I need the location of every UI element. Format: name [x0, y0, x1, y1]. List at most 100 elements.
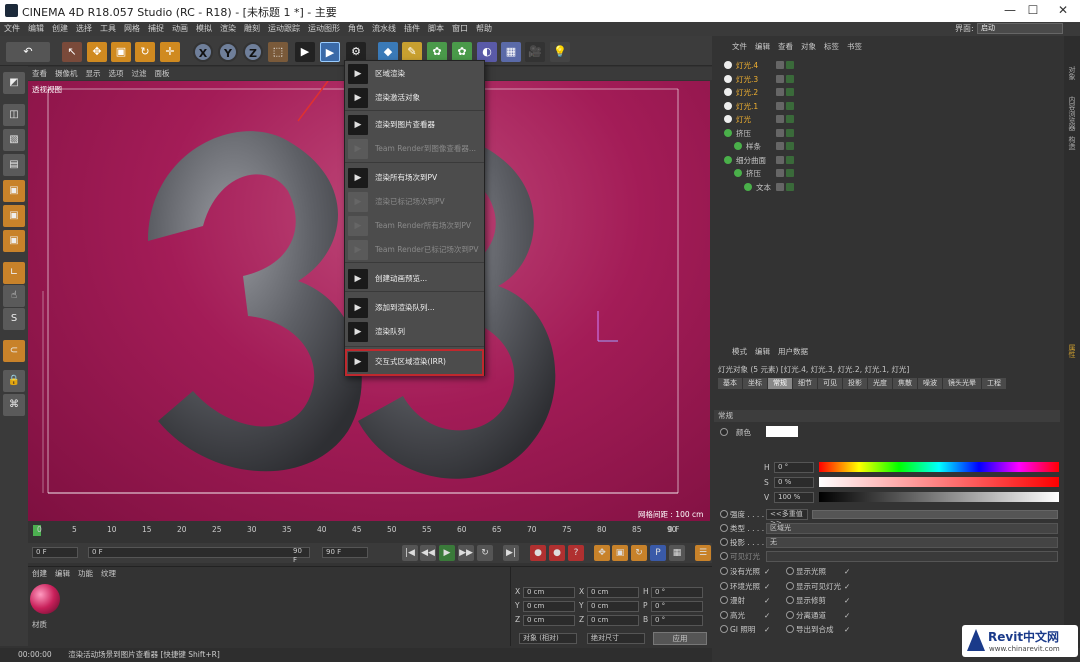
- attribute-menu-2[interactable]: 用户数据: [774, 345, 812, 359]
- check-right-box[interactable]: ✓: [844, 594, 850, 607]
- material-menu-1[interactable]: 编辑: [51, 567, 74, 580]
- menu-10[interactable]: 雕刻: [240, 22, 264, 36]
- menu-13[interactable]: 角色: [344, 22, 368, 36]
- render-menu-item[interactable]: ▶ 区域渲染: [345, 62, 484, 86]
- menu-18[interactable]: 帮助: [472, 22, 496, 36]
- color-swatch[interactable]: [766, 426, 798, 437]
- magnet-icon[interactable]: ⊂: [3, 340, 25, 362]
- attr-tab-3[interactable]: 细节: [793, 378, 818, 389]
- make-editable-icon[interactable]: ◩: [3, 72, 25, 94]
- render-settings-icon[interactable]: ⚙: [346, 42, 366, 62]
- intensity-field[interactable]: <<多重值>>: [766, 509, 808, 527]
- y-axis-icon[interactable]: Y: [218, 42, 238, 62]
- end-frame-field[interactable]: 90 F: [322, 547, 368, 558]
- object-row[interactable]: 挤压: [714, 127, 1062, 140]
- render-menu-item[interactable]: ▶ 创建动画预览...: [345, 267, 484, 291]
- keyframe-selection-icon[interactable]: ?: [568, 545, 584, 561]
- array-icon[interactable]: ✿: [452, 42, 472, 62]
- visibility-icon[interactable]: [776, 169, 784, 177]
- texture-mode-icon[interactable]: ▧: [3, 129, 25, 151]
- attribute-menu-0[interactable]: 模式: [728, 345, 751, 359]
- lock-icon[interactable]: 🔒: [3, 370, 25, 392]
- menu-1[interactable]: 编辑: [24, 22, 48, 36]
- enable-check-icon[interactable]: [786, 182, 794, 191]
- layout-select[interactable]: 启动: [977, 23, 1063, 34]
- attr-tab-0[interactable]: 基本: [718, 378, 743, 389]
- visibility-icon[interactable]: [776, 128, 784, 137]
- scale-icon[interactable]: ▣: [111, 42, 131, 62]
- object-row[interactable]: 挤压: [714, 167, 1062, 180]
- model-mode-icon[interactable]: ◫: [3, 104, 25, 126]
- attr-tab-10[interactable]: 工程: [982, 378, 1007, 389]
- visibility-icon[interactable]: [776, 182, 784, 191]
- attribute-menu-1[interactable]: 编辑: [751, 345, 774, 359]
- cube-icon[interactable]: ◆: [378, 42, 398, 62]
- object-row[interactable]: 样条: [714, 140, 1062, 153]
- attr-tab-2[interactable]: 常规: [768, 378, 793, 389]
- key-param-icon[interactable]: P: [650, 545, 666, 561]
- side-tab-content-browser[interactable]: 内容浏览器: [1067, 96, 1077, 131]
- coord-cv-1[interactable]: 0 °: [651, 601, 703, 612]
- object-row[interactable]: 灯光.1: [714, 100, 1062, 113]
- points-mode-icon[interactable]: ▣: [3, 180, 25, 202]
- h-field[interactable]: 0 °: [774, 462, 814, 473]
- live-select-icon[interactable]: ↖: [62, 42, 82, 62]
- enable-check-icon[interactable]: [786, 88, 794, 96]
- workplane-icon[interactable]: ▤: [3, 154, 25, 176]
- key-scale-icon[interactable]: ▣: [612, 545, 628, 561]
- object-menu-4[interactable]: 标签: [820, 40, 843, 54]
- coord-cv-0[interactable]: 0 °: [651, 587, 703, 598]
- side-tab-attributes[interactable]: 属性: [1067, 344, 1077, 358]
- timeline[interactable]: [28, 521, 712, 543]
- polygons-mode-icon[interactable]: ▣: [3, 230, 25, 252]
- material-menu-0[interactable]: 创建: [28, 567, 51, 580]
- menu-16[interactable]: 脚本: [424, 22, 448, 36]
- menu-5[interactable]: 网格: [120, 22, 144, 36]
- menu-9[interactable]: 渲染: [216, 22, 240, 36]
- attr-tab-5[interactable]: 投影: [843, 378, 868, 389]
- coord-mode-select[interactable]: 对象 (相对): [519, 633, 577, 644]
- render-menu-item[interactable]: ▶ 渲染激活对象: [345, 86, 484, 110]
- tweak-icon[interactable]: ☝: [3, 285, 25, 307]
- check-right-box[interactable]: ✓: [844, 609, 850, 622]
- object-menu-0[interactable]: 文件: [728, 40, 751, 54]
- undo-icon[interactable]: ↶: [6, 42, 50, 62]
- key-position-icon[interactable]: ✥: [594, 545, 610, 561]
- size-mode-select[interactable]: 绝对尺寸: [587, 633, 645, 644]
- autokey-icon[interactable]: ●: [549, 545, 565, 561]
- enable-check-icon[interactable]: [786, 128, 794, 137]
- min-frame-field[interactable]: 0 F: [88, 547, 310, 558]
- menu-7[interactable]: 动画: [168, 22, 192, 36]
- record-icon[interactable]: ●: [530, 545, 546, 561]
- menu-0[interactable]: 文件: [0, 22, 24, 36]
- menu-12[interactable]: 运动图形: [304, 22, 344, 36]
- next-key-icon[interactable]: ▶▶: [458, 545, 474, 561]
- render-menu-item[interactable]: ▶ 渲染已标记场次到PV: [345, 190, 484, 214]
- visibility-icon[interactable]: [776, 142, 784, 150]
- menu-4[interactable]: 工具: [96, 22, 120, 36]
- render-menu-item[interactable]: ▶ Team Render已标记场次到PV: [345, 238, 484, 262]
- object-row[interactable]: 文本: [714, 181, 1062, 194]
- material-menu-3[interactable]: 纹理: [97, 567, 120, 580]
- object-row[interactable]: 细分曲面: [714, 154, 1062, 167]
- render-menu-item[interactable]: ▶ 渲染到图片查看器: [345, 113, 484, 137]
- key-pla-icon[interactable]: ▦: [669, 545, 685, 561]
- viewport-menu-0[interactable]: 查看: [28, 67, 51, 80]
- menu-11[interactable]: 运动跟踪: [264, 22, 304, 36]
- viewport-menu-3[interactable]: 选项: [105, 67, 128, 80]
- coord-bv-1[interactable]: 0 cm: [587, 601, 639, 612]
- enable-check-icon[interactable]: [786, 155, 794, 164]
- start-frame-field[interactable]: 0 F: [32, 547, 78, 558]
- menu-8[interactable]: 模拟: [192, 22, 216, 36]
- visibility-icon[interactable]: [776, 155, 784, 164]
- visibility-icon[interactable]: [776, 115, 784, 123]
- menu-2[interactable]: 创建: [48, 22, 72, 36]
- render-menu-item[interactable]: ▶ 渲染所有场次到PV: [345, 166, 484, 190]
- attr-tab-4[interactable]: 可见: [818, 378, 843, 389]
- coord-system-icon[interactable]: ⬚: [268, 42, 288, 62]
- visibility-icon[interactable]: [776, 61, 784, 69]
- side-tab-structure[interactable]: 构造: [1067, 136, 1077, 150]
- attr-tab-6[interactable]: 光度: [868, 378, 893, 389]
- object-menu-5[interactable]: 书签: [843, 40, 866, 54]
- coord-bv-2[interactable]: 0 cm: [587, 615, 639, 626]
